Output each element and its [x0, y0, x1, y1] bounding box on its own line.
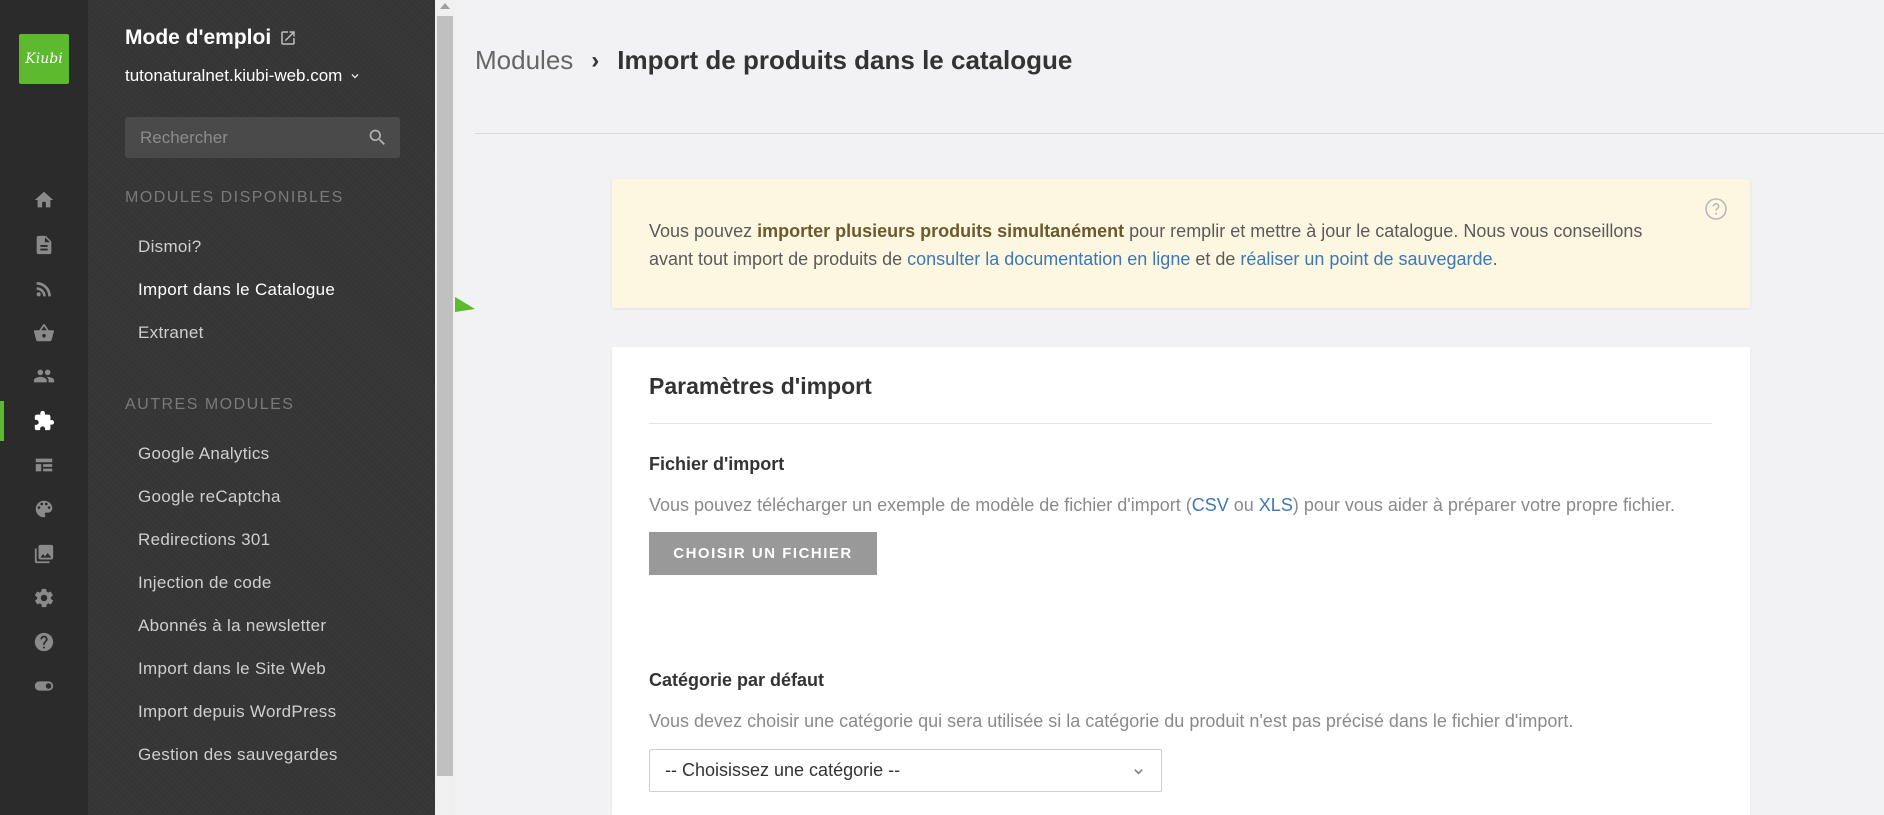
breadcrumb-modules-link[interactable]: Modules [475, 45, 573, 76]
import-settings-panel: Paramètres d'import Fichier d'import Vou… [612, 347, 1750, 815]
nav-dismoi[interactable]: Dismoi? [138, 237, 202, 257]
import-file-label: Fichier d'import [649, 454, 785, 474]
sidebar-scrollbar[interactable] [435, 0, 455, 815]
rail-help[interactable] [0, 622, 88, 662]
gear-icon [34, 588, 54, 608]
default-category-help: Vous devez choisir une catégorie qui ser… [649, 711, 1574, 731]
rail-modules[interactable] [0, 401, 88, 441]
chevron-down-icon [351, 74, 359, 79]
backup-link[interactable]: réaliser un point de sauvegarde [1240, 249, 1492, 269]
page-title: Import de produits dans le catalogue [617, 45, 1073, 75]
rail-layout[interactable] [0, 445, 88, 485]
toggle-icon [34, 681, 54, 691]
external-link-icon[interactable] [279, 29, 297, 47]
nav-redirections[interactable]: Redirections 301 [138, 530, 270, 550]
category-select[interactable]: -- Choisissez une catégorie -- [649, 749, 1162, 792]
rail-blog[interactable] [0, 269, 88, 309]
image-icon [34, 544, 54, 564]
rail-pages[interactable] [0, 225, 88, 265]
site-title[interactable]: Mode d'emploi [125, 26, 297, 50]
panel-divider [649, 423, 1712, 424]
info-notice: Vous pouvez importer plusieurs produits … [612, 179, 1750, 308]
search-input[interactable] [125, 127, 345, 148]
rail-settings[interactable] [0, 578, 88, 618]
modules-sidebar: Mode d'emploi tutonaturalnet.kiubi-web.c… [88, 0, 475, 815]
help-circle-icon[interactable] [1704, 197, 1728, 221]
home-icon [34, 191, 54, 208]
xls-template-link[interactable]: XLS [1259, 495, 1293, 515]
header-divider [475, 133, 1884, 134]
rail-home[interactable] [0, 180, 88, 220]
rail-users[interactable] [0, 356, 88, 396]
site-selector[interactable]: tutonaturalnet.kiubi-web.com [125, 66, 362, 86]
default-category-label: Catégorie par défaut [649, 670, 825, 690]
search-icon[interactable] [367, 127, 388, 148]
puzzle-icon [34, 410, 55, 431]
rail-shop[interactable] [0, 313, 88, 353]
nav-import-wordpress[interactable]: Import depuis WordPress [138, 702, 336, 722]
breadcrumb-separator: › [591, 46, 600, 74]
nav-code-injection[interactable]: Injection de code [138, 573, 272, 593]
breadcrumb: Modules › Import de produits dans le cat… [475, 45, 1072, 76]
scroll-up-arrow[interactable] [440, 3, 450, 9]
palette-icon [35, 500, 53, 518]
panel-title: Paramètres d'import [649, 373, 872, 399]
scroll-thumb[interactable] [437, 16, 453, 776]
documentation-link[interactable]: consulter la documentation en ligne [907, 249, 1190, 269]
rail-media[interactable] [0, 534, 88, 574]
rss-icon [36, 282, 51, 297]
help-icon [34, 632, 54, 652]
kiubi-logo[interactable]: Kiubi [19, 34, 69, 84]
nav-google-analytics[interactable]: Google Analytics [138, 444, 269, 464]
rail-themes[interactable] [0, 489, 88, 529]
import-file-help: Vous pouvez télécharger un exemple de mo… [649, 495, 1676, 515]
chevron-down-icon [1134, 769, 1143, 775]
available-modules-heading: MODULES DISPONIBLES [125, 189, 344, 206]
icon-rail: Kiubi [0, 0, 88, 815]
nav-extranet[interactable]: Extranet [138, 323, 204, 343]
basket-icon [33, 323, 54, 342]
choose-file-button[interactable]: CHOISIR UN FICHIER [649, 532, 877, 575]
other-modules-heading: AUTRES MODULES [125, 396, 295, 413]
search-box [125, 117, 400, 158]
nav-import-catalogue[interactable]: Import dans le Catalogue [138, 280, 335, 300]
page-icon [36, 235, 52, 255]
nav-newsletter[interactable]: Abonnés à la newsletter [138, 616, 326, 636]
nav-import-site[interactable]: Import dans le Site Web [138, 659, 326, 679]
layout-icon [35, 458, 53, 472]
users-icon [33, 369, 55, 383]
csv-template-link[interactable]: CSV [1192, 495, 1229, 515]
rail-toggle[interactable] [0, 666, 88, 706]
nav-google-recaptcha[interactable]: Google reCaptcha [138, 487, 281, 507]
nav-backups[interactable]: Gestion des sauvegardes [138, 745, 338, 765]
